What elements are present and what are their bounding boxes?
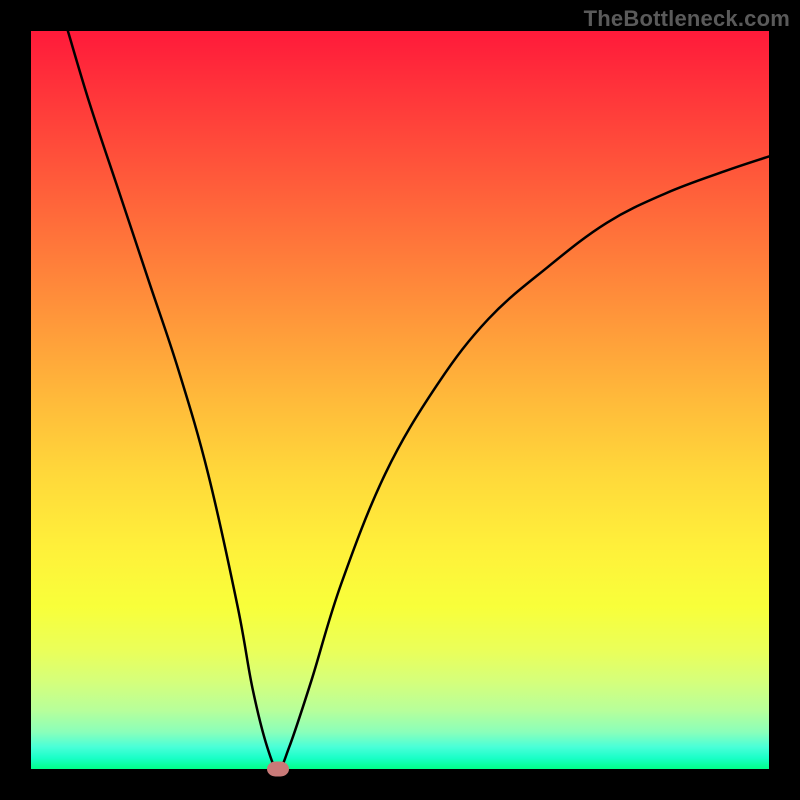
plot-area xyxy=(31,31,769,769)
watermark-text: TheBottleneck.com xyxy=(584,6,790,32)
bottleneck-curve xyxy=(31,31,769,769)
chart-frame: TheBottleneck.com xyxy=(0,0,800,800)
minimum-marker xyxy=(267,762,289,777)
